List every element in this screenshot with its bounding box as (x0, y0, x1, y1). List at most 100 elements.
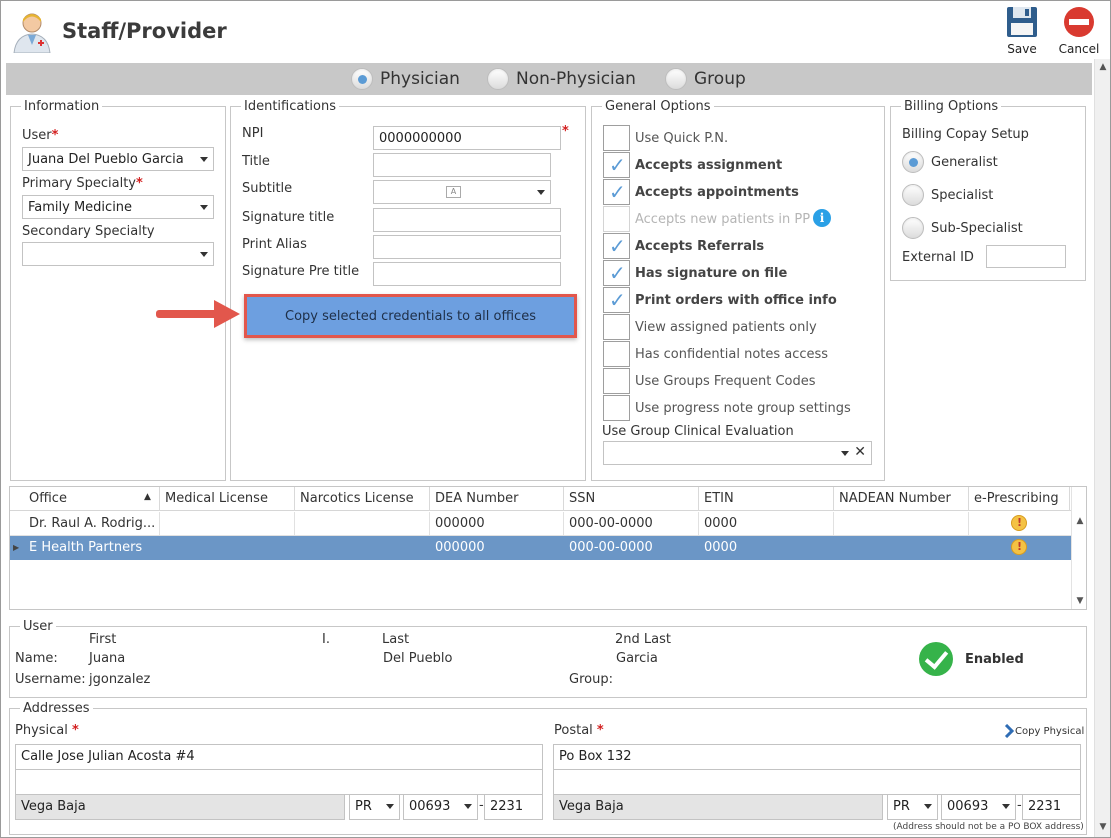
scroll-down-icon[interactable]: ▼ (1074, 595, 1086, 607)
cell-ssn[interactable]: 000-00-0000 (564, 536, 699, 560)
clinical-eval-select[interactable]: ✕ (603, 441, 872, 465)
radio-generalist[interactable]: Generalist (902, 151, 998, 173)
option-checkbox[interactable]: Use progress note group settings (603, 395, 851, 421)
signature-pre-title-input[interactable] (373, 262, 561, 286)
postal-zip-select[interactable]: 00693 (941, 794, 1016, 820)
option-label: Use Groups Frequent Codes (635, 373, 816, 389)
option-label: Accepts appointments (635, 184, 799, 200)
external-id-input[interactable] (986, 245, 1066, 268)
scroll-up-icon[interactable]: ▲ (1097, 61, 1109, 73)
option-checkbox: Accepts new patients in PP (603, 206, 810, 232)
column-header[interactable]: NADEAN Number (834, 487, 969, 511)
column-header[interactable]: Office ▲ (24, 487, 160, 511)
title-label: Title (242, 154, 270, 169)
physical-line1-input[interactable]: Calle Jose Julian Acosta #4 (15, 744, 543, 770)
sort-ascending-icon: ▲ (144, 492, 151, 502)
column-header[interactable]: DEA Number (430, 487, 564, 511)
physical-line2-input[interactable] (15, 769, 543, 795)
copy-physical-button[interactable]: Copy Physical (1003, 724, 1084, 738)
option-checkbox[interactable]: ✓ Accepts Referrals (603, 233, 764, 259)
cell-etin[interactable]: 0000 (699, 536, 834, 560)
cell-dea[interactable]: 000000 (430, 512, 564, 536)
option-label: Print orders with office info (635, 292, 837, 308)
subtitle-select[interactable]: A (373, 180, 551, 204)
option-checkbox[interactable]: Use Groups Frequent Codes (603, 368, 816, 394)
option-label: Has confidential notes access (635, 346, 829, 362)
option-checkbox[interactable]: View assigned patients only (603, 314, 817, 340)
physical-state-select[interactable]: PR (349, 794, 400, 820)
column-header[interactable]: Narcotics License (295, 487, 430, 511)
physical-city-input[interactable]: Vega Baja (15, 794, 345, 820)
identifications-legend: Identifications (244, 99, 337, 114)
checkbox-box (603, 125, 630, 151)
clear-icon[interactable]: ✕ (854, 444, 866, 460)
provider-type-bar: Physician Non-Physician Group (6, 63, 1092, 95)
save-button[interactable]: Save (998, 5, 1046, 56)
option-checkbox[interactable]: Has confidential notes access (603, 341, 828, 367)
grid-scrollbar[interactable]: ▲ ▼ (1071, 487, 1086, 609)
table-row[interactable]: ▶ E Health Partners 000000 000-00-0000 0… (10, 536, 1072, 560)
physical-zip-select[interactable]: 00693 (403, 794, 478, 820)
option-checkbox[interactable]: ✓ Print orders with office info (603, 287, 837, 313)
cell-medical-license[interactable] (160, 536, 295, 560)
cancel-button[interactable]: Cancel (1055, 5, 1103, 56)
radio-physician[interactable]: Physician (351, 67, 460, 91)
user-select[interactable]: Juana Del Pueblo Garcia (22, 147, 214, 171)
billing-copay-setup-label: Billing Copay Setup (902, 127, 1029, 142)
radio-generalist-label: Generalist (931, 154, 998, 170)
radio-sub-specialist[interactable]: Sub-Specialist (902, 217, 1023, 239)
column-header[interactable]: ETIN (699, 487, 834, 511)
warning-icon[interactable] (1011, 539, 1027, 555)
column-header[interactable]: Medical License (160, 487, 295, 511)
postal-line2-input[interactable] (553, 769, 1081, 795)
option-checkbox[interactable]: ✓ Accepts appointments (603, 179, 799, 205)
postal-state-select[interactable]: PR (887, 794, 938, 820)
radio-group[interactable]: Group (665, 67, 746, 91)
cell-ssn[interactable]: 000-00-0000 (564, 512, 699, 536)
cell-dea[interactable]: 000000 (430, 536, 564, 560)
postal-city-input[interactable]: Vega Baja (553, 794, 883, 820)
option-checkbox[interactable]: ✓ Accepts assignment (603, 152, 782, 178)
warning-icon[interactable] (1011, 515, 1027, 531)
print-alias-input[interactable] (373, 235, 561, 259)
user-legend: User (23, 619, 53, 634)
copy-credentials-button[interactable]: Copy selected credentials to all offices (244, 294, 577, 338)
cell-etin[interactable]: 0000 (699, 512, 834, 536)
radio-non-physician[interactable]: Non-Physician (487, 67, 636, 91)
npi-input[interactable]: 0000000000 (373, 126, 561, 150)
table-row[interactable]: Dr. Raul A. Rodrig... 000000 000-00-0000… (10, 512, 1072, 536)
enabled-check-icon (919, 642, 953, 676)
cell-nadean[interactable] (834, 512, 969, 536)
radio-physician-label: Physician (380, 69, 460, 89)
grid-header: Office ▲ Medical License Narcotics Licens… (10, 487, 1072, 511)
secondary-specialty-select[interactable] (22, 242, 214, 266)
cell-medical-license[interactable] (160, 512, 295, 536)
chevron-down-icon (200, 205, 208, 210)
postal-line1-input[interactable]: Po Box 132 (553, 744, 1081, 770)
scroll-down-icon[interactable]: ▼ (1097, 821, 1109, 833)
scroll-up-icon[interactable]: ▲ (1074, 515, 1086, 527)
primary-specialty-select[interactable]: Family Medicine (22, 195, 214, 219)
physical-zip4-input[interactable]: 2231 (484, 794, 543, 820)
radio-unselected-icon (902, 217, 924, 239)
radio-selected-icon (351, 68, 373, 90)
option-checkbox[interactable]: ✓ Has signature on file (603, 260, 787, 286)
cell-nadean[interactable] (834, 536, 969, 560)
last-header: Last (382, 632, 410, 647)
signature-title-input[interactable] (373, 208, 561, 232)
column-header[interactable]: SSN (564, 487, 699, 511)
cell-narcotics-license[interactable] (295, 536, 430, 560)
option-label: Has signature on file (635, 265, 788, 281)
group-label: Group: (569, 672, 613, 687)
main-scrollbar[interactable]: ▲ ▼ (1094, 59, 1110, 837)
column-header[interactable]: e-Prescribing (969, 487, 1070, 511)
checkmark-icon: ✓ (609, 234, 626, 258)
option-label: Accepts Referrals (635, 238, 765, 254)
info-icon[interactable]: i (813, 209, 831, 227)
radio-specialist[interactable]: Specialist (902, 184, 993, 206)
title-input[interactable] (373, 153, 551, 177)
cell-narcotics-license[interactable] (295, 512, 430, 536)
option-checkbox[interactable]: Use Quick P.N. (603, 125, 728, 151)
zip-dash: - (1017, 798, 1022, 813)
postal-zip4-input[interactable]: 2231 (1022, 794, 1081, 820)
